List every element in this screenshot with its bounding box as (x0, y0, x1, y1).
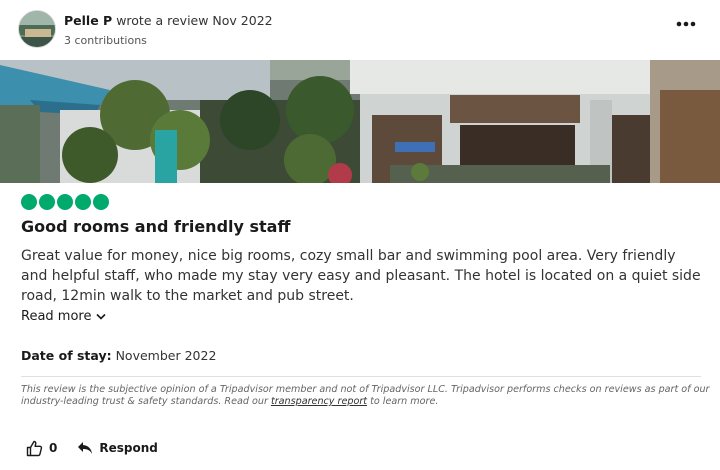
rating-bubble (93, 194, 109, 210)
transparency-report-link[interactable]: transparency report (271, 396, 367, 407)
date-of-stay: Date of stay: November 2022 (21, 348, 216, 363)
rating-bubble (21, 194, 37, 210)
read-more-button[interactable]: Read more (21, 309, 107, 324)
avatar-image (19, 11, 55, 47)
divider (21, 376, 701, 377)
hotel-photo-image (0, 60, 720, 183)
disclaimer-text-after: to learn more. (367, 396, 439, 407)
review-photo[interactable] (0, 60, 720, 183)
more-options-icon (676, 21, 696, 27)
rating-bubble (39, 194, 55, 210)
review-disclaimer: This review is the subjective opinion of… (21, 384, 711, 408)
respond-button[interactable]: Respond (77, 441, 158, 455)
reply-arrow-icon (78, 442, 93, 454)
respond-label: Respond (99, 441, 158, 455)
review-header: Pelle P wrote a review Nov 2022 3 contri… (18, 8, 708, 52)
helpful-count: 0 (49, 441, 58, 455)
review-action-text: wrote a review Nov 2022 (116, 13, 273, 28)
helpful-vote-button[interactable]: 0 (26, 440, 57, 457)
author-line: Pelle P wrote a review Nov 2022 (64, 13, 273, 28)
review-body: Great value for money, nice big rooms, c… (21, 248, 701, 304)
user-avatar[interactable] (18, 10, 56, 48)
contributions-count: 3 contributions (64, 34, 147, 47)
more-options-button[interactable] (674, 14, 698, 34)
review-actions: 0 Respond (26, 438, 158, 458)
review-title[interactable]: Good rooms and friendly staff (21, 217, 290, 236)
rating-bubble (57, 194, 73, 210)
rating-bubble (75, 194, 91, 210)
date-of-stay-value: November 2022 (111, 348, 217, 363)
author-name[interactable]: Pelle P (64, 13, 112, 28)
rating-bubbles (21, 194, 109, 211)
thumbs-up-icon (26, 440, 43, 456)
date-of-stay-label: Date of stay: (21, 348, 112, 363)
chevron-down-icon (96, 313, 107, 320)
read-more-label: Read more (21, 309, 92, 324)
